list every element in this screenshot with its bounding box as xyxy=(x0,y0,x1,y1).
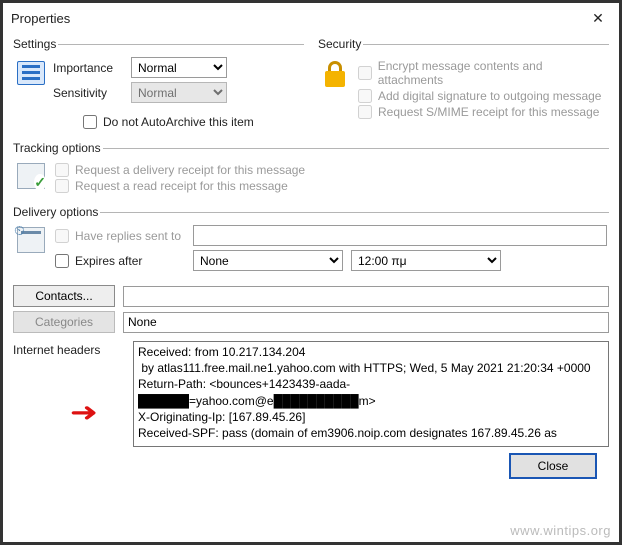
security-legend: Security xyxy=(318,37,363,51)
security-group: Security Encrypt message contents and at… xyxy=(318,37,609,135)
contacts-button[interactable]: Contacts... xyxy=(13,285,115,307)
window-title: Properties xyxy=(11,11,70,26)
read-receipt-label: Request a read receipt for this message xyxy=(75,179,288,193)
tracking-group: Tracking options Request a delivery rece… xyxy=(13,141,609,199)
properties-icon xyxy=(17,61,45,85)
encrypt-checkbox xyxy=(358,66,372,80)
read-receipt-checkbox xyxy=(55,179,69,193)
close-button[interactable]: Close xyxy=(509,453,597,479)
lock-icon xyxy=(322,59,348,89)
expires-label: Expires after xyxy=(75,254,142,268)
tracking-icon xyxy=(17,163,45,189)
encrypt-label: Encrypt message contents and attachments xyxy=(378,59,607,87)
arrow-annotation-icon: ➜ xyxy=(70,397,98,428)
tracking-legend: Tracking options xyxy=(13,141,103,155)
replies-checkbox xyxy=(55,229,69,243)
titlebar: Properties ✕ xyxy=(3,3,619,33)
smime-label: Request S/MIME receipt for this message xyxy=(378,105,599,119)
dialog-content: Settings Importance Normal Sensitivity N… xyxy=(3,33,619,487)
smime-checkbox xyxy=(358,105,372,119)
categories-input[interactable] xyxy=(123,312,609,333)
sign-checkbox xyxy=(358,89,372,103)
close-icon[interactable]: ✕ xyxy=(585,7,611,29)
headers-label: Internet headers xyxy=(13,341,123,357)
importance-combo[interactable]: Normal xyxy=(131,57,227,78)
importance-label: Importance xyxy=(53,61,125,75)
delivery-receipt-checkbox xyxy=(55,163,69,177)
internet-headers-textarea[interactable]: Received: from 10.217.134.204 by atlas11… xyxy=(133,341,609,447)
delivery-receipt-label: Request a delivery receipt for this mess… xyxy=(75,163,305,177)
categories-button: Categories xyxy=(13,311,115,333)
settings-legend: Settings xyxy=(13,37,58,51)
replies-input xyxy=(193,225,607,246)
delivery-icon xyxy=(17,227,45,253)
settings-group: Settings Importance Normal Sensitivity N… xyxy=(13,37,304,135)
sensitivity-label: Sensitivity xyxy=(53,86,125,100)
replies-label: Have replies sent to xyxy=(75,229,181,243)
sign-label: Add digital signature to outgoing messag… xyxy=(378,89,601,103)
expires-checkbox[interactable] xyxy=(55,254,69,268)
expires-time-combo[interactable]: 12:00 πμ xyxy=(351,250,501,271)
delivery-legend: Delivery options xyxy=(13,205,100,219)
autoarchive-label: Do not AutoArchive this item xyxy=(103,115,254,129)
delivery-group: Delivery options Have replies sent to Ex… xyxy=(13,205,609,279)
autoarchive-checkbox[interactable] xyxy=(83,115,97,129)
contacts-input[interactable] xyxy=(123,286,609,307)
sensitivity-combo: Normal xyxy=(131,82,227,103)
watermark: www.wintips.org xyxy=(510,523,611,538)
expires-date-combo[interactable]: None xyxy=(193,250,343,271)
